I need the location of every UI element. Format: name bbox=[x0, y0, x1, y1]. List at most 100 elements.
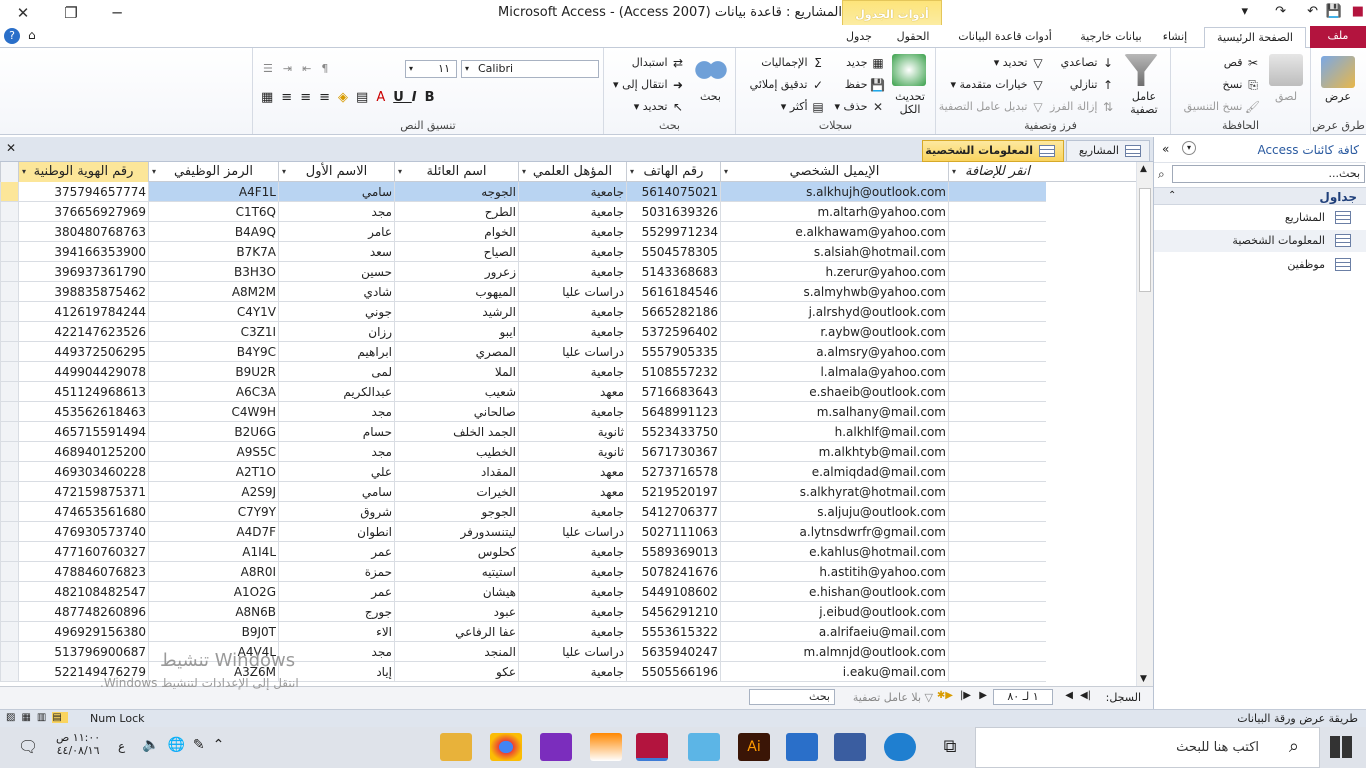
new-record-nav-icon[interactable]: ▶✱ bbox=[937, 690, 953, 701]
vertical-scrollbar[interactable]: ▲ ▼ bbox=[1136, 162, 1153, 686]
indent-icon[interactable]: ⇥ bbox=[283, 62, 302, 75]
cell-phone[interactable]: 5665282186 bbox=[626, 302, 720, 322]
column-header-national-id[interactable]: ▾ رقم الهوية الوطنية bbox=[18, 162, 148, 182]
tab-external-data[interactable]: بيانات خارجية bbox=[1072, 27, 1150, 48]
first-record-icon[interactable]: |◀ bbox=[1080, 690, 1091, 701]
toggle-filter-button[interactable]: ▽ تبديل عامل التصفية bbox=[939, 100, 1045, 114]
table-row[interactable]: 449372506295 B4Y9C ابراهيم المصري دراسات علي… bbox=[0, 342, 1136, 362]
cell-qualification[interactable]: معهد bbox=[518, 462, 626, 482]
cell-email[interactable]: h.zerur@yahoo.com bbox=[720, 262, 948, 282]
cell-email[interactable]: m.salhany@mail.com bbox=[720, 402, 948, 422]
cell-click-to-add[interactable] bbox=[948, 442, 1046, 462]
cell-first-name[interactable]: سامي bbox=[278, 482, 394, 502]
row-selector[interactable] bbox=[0, 262, 18, 282]
cell-click-to-add[interactable] bbox=[948, 282, 1046, 302]
cell-last-name[interactable]: المنجد bbox=[394, 642, 518, 662]
nav-item-employees[interactable]: موظفين bbox=[1154, 254, 1366, 276]
row-selector[interactable] bbox=[0, 362, 18, 382]
mail-icon[interactable] bbox=[786, 733, 818, 761]
table-row[interactable]: 422147623526 C3Z1I رزان ايبو جامعية 537259640… bbox=[0, 322, 1136, 342]
row-selector[interactable] bbox=[0, 542, 18, 562]
cell-click-to-add[interactable] bbox=[948, 362, 1046, 382]
cell-click-to-add[interactable] bbox=[948, 602, 1046, 622]
table-row[interactable]: 469303460228 A2T1O علي المقداد معهد 527371657… bbox=[0, 462, 1136, 482]
table-row[interactable]: 412619784244 C4Y1V جوني الرشيد جامعية 5665282… bbox=[0, 302, 1136, 322]
taskbar-search[interactable]: اكتب هنا للبحث ⌕ bbox=[975, 727, 1320, 768]
cell-click-to-add[interactable] bbox=[948, 662, 1046, 682]
file-explorer-icon[interactable] bbox=[440, 733, 472, 761]
cell-phone[interactable]: 5108557232 bbox=[626, 362, 720, 382]
prev-record-icon[interactable]: ◀ bbox=[1065, 690, 1073, 701]
cell-job-code[interactable]: A9S5C bbox=[148, 442, 278, 462]
cell-national-id[interactable]: 394166353900 bbox=[18, 242, 148, 262]
cell-last-name[interactable]: الجوجه bbox=[394, 182, 518, 202]
cell-click-to-add[interactable] bbox=[948, 262, 1046, 282]
cell-job-code[interactable]: C7Y9Y bbox=[148, 502, 278, 522]
cell-last-name[interactable]: كحلوس bbox=[394, 542, 518, 562]
table-row[interactable]: 487748260896 A8N6B جورج عبود جامعية 545629121… bbox=[0, 602, 1136, 622]
row-selector[interactable] bbox=[0, 522, 18, 542]
row-selector[interactable] bbox=[0, 622, 18, 642]
cell-first-name[interactable]: مجد bbox=[278, 642, 394, 662]
cell-qualification[interactable]: جامعية bbox=[518, 322, 626, 342]
select-button[interactable]: ↖ تحديد ▾ bbox=[634, 100, 685, 114]
cell-click-to-add[interactable] bbox=[948, 482, 1046, 502]
close-document-icon[interactable]: ✕ bbox=[6, 141, 16, 155]
more-button[interactable]: ▤ أكثر ▾ bbox=[781, 100, 825, 114]
cell-national-id[interactable]: 375794657774 bbox=[18, 182, 148, 202]
table-row[interactable]: 449904429078 B9U2R لمى الملا جامعية 510855723… bbox=[0, 362, 1136, 382]
cell-first-name[interactable]: حسام bbox=[278, 422, 394, 442]
row-selector[interactable] bbox=[0, 342, 18, 362]
cell-click-to-add[interactable] bbox=[948, 522, 1046, 542]
cell-first-name[interactable]: ابراهيم bbox=[278, 342, 394, 362]
nav-search-input[interactable]: بحث... bbox=[1172, 165, 1365, 183]
cell-email[interactable]: m.altarh@yahoo.com bbox=[720, 202, 948, 222]
cell-phone[interactable]: 5614075021 bbox=[626, 182, 720, 202]
cell-email[interactable]: e.almiqdad@mail.com bbox=[720, 462, 948, 482]
scroll-up-icon[interactable]: ▲ bbox=[1140, 164, 1147, 174]
table-row[interactable]: 472159875371 A2S9J سامي الخيرات معهد 52195201… bbox=[0, 482, 1136, 502]
cell-email[interactable]: s.alsiah@hotmail.com bbox=[720, 242, 948, 262]
font-color-icon[interactable]: A bbox=[376, 90, 393, 105]
cell-first-name[interactable]: شادي bbox=[278, 282, 394, 302]
cell-click-to-add[interactable] bbox=[948, 202, 1046, 222]
cell-job-code[interactable]: C4W9H bbox=[148, 402, 278, 422]
cell-phone[interactable]: 5078241676 bbox=[626, 562, 720, 582]
layout-view-icon[interactable]: ▨ bbox=[6, 712, 21, 723]
cell-national-id[interactable]: 478846076823 bbox=[18, 562, 148, 582]
cell-qualification[interactable]: معهد bbox=[518, 382, 626, 402]
cell-first-name[interactable]: جورج bbox=[278, 602, 394, 622]
cell-qualification[interactable]: دراسات عليا bbox=[518, 342, 626, 362]
cell-job-code[interactable]: C4Y1V bbox=[148, 302, 278, 322]
row-selector[interactable] bbox=[0, 322, 18, 342]
table-row[interactable]: 453562618463 C4W9H مجد صالحاني جامعية 5648991… bbox=[0, 402, 1136, 422]
find-button[interactable]: بحث bbox=[700, 90, 721, 103]
cell-first-name[interactable]: جوني bbox=[278, 302, 394, 322]
cell-national-id[interactable]: 376656927969 bbox=[18, 202, 148, 222]
column-header-qualification[interactable]: ▾ المؤهل العلمي bbox=[518, 162, 626, 182]
cell-first-name[interactable]: عمر bbox=[278, 542, 394, 562]
cell-phone[interactable]: 5671730367 bbox=[626, 442, 720, 462]
cell-last-name[interactable]: الخطيب bbox=[394, 442, 518, 462]
app-z-icon[interactable] bbox=[540, 733, 572, 761]
cell-last-name[interactable]: المصري bbox=[394, 342, 518, 362]
cell-qualification[interactable]: دراسات عليا bbox=[518, 522, 626, 542]
cell-last-name[interactable]: زعرور bbox=[394, 262, 518, 282]
italic-icon[interactable]: I bbox=[412, 90, 425, 105]
clock[interactable]: ١١:٠٠ ص ٤٤/٠٨/١٦ bbox=[56, 731, 100, 757]
cell-qualification[interactable]: جامعية bbox=[518, 302, 626, 322]
close-window-button[interactable]: ✕ bbox=[0, 0, 46, 25]
select-all-corner[interactable] bbox=[0, 162, 18, 182]
cell-national-id[interactable]: 380480768763 bbox=[18, 222, 148, 242]
totals-button[interactable]: Σ الإجماليات bbox=[761, 56, 825, 70]
cell-last-name[interactable]: صالحاني bbox=[394, 402, 518, 422]
ascending-button[interactable]: ↓ تصاعدي bbox=[1061, 56, 1115, 70]
row-selector[interactable] bbox=[0, 442, 18, 462]
cell-qualification[interactable]: ثانوية bbox=[518, 442, 626, 462]
delete-record-button[interactable]: ✕ حذف ▾ bbox=[834, 100, 885, 114]
cell-phone[interactable]: 5648991123 bbox=[626, 402, 720, 422]
cell-qualification[interactable]: جامعية bbox=[518, 222, 626, 242]
cell-first-name[interactable]: مجد bbox=[278, 402, 394, 422]
cell-first-name[interactable]: انطوان bbox=[278, 522, 394, 542]
row-selector[interactable] bbox=[0, 222, 18, 242]
